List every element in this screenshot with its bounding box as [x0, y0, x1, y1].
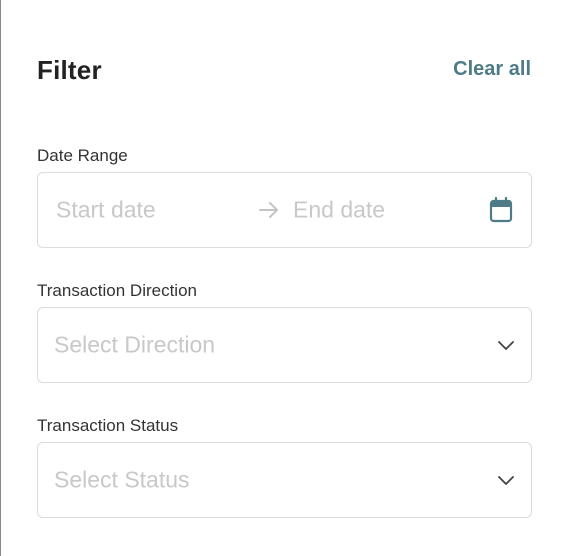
clear-all-button[interactable]: Clear all — [453, 58, 531, 81]
date-range-label: Date Range — [37, 146, 128, 165]
calendar-icon[interactable] — [489, 197, 513, 223]
transaction-direction-select[interactable]: Select Direction — [37, 307, 532, 383]
chevron-down-icon — [498, 341, 514, 350]
transaction-direction-label: Transaction Direction — [37, 281, 197, 300]
transaction-status-select[interactable]: Select Status — [37, 442, 532, 518]
filter-header: Filter Clear all — [37, 53, 532, 87]
status-placeholder: Select Status — [54, 466, 190, 493]
start-date-input[interactable]: Start date — [56, 197, 156, 224]
chevron-down-icon — [498, 476, 514, 485]
arrow-right-icon — [259, 202, 278, 218]
left-divider — [0, 0, 1, 556]
filter-page: Filter Clear all Date Range Start date E… — [0, 0, 565, 556]
direction-placeholder: Select Direction — [54, 331, 216, 358]
filter-title: Filter — [37, 55, 102, 85]
transaction-status-label: Transaction Status — [37, 416, 179, 435]
date-range-picker[interactable]: Start date End date — [37, 172, 532, 248]
end-date-input[interactable]: End date — [293, 197, 385, 224]
